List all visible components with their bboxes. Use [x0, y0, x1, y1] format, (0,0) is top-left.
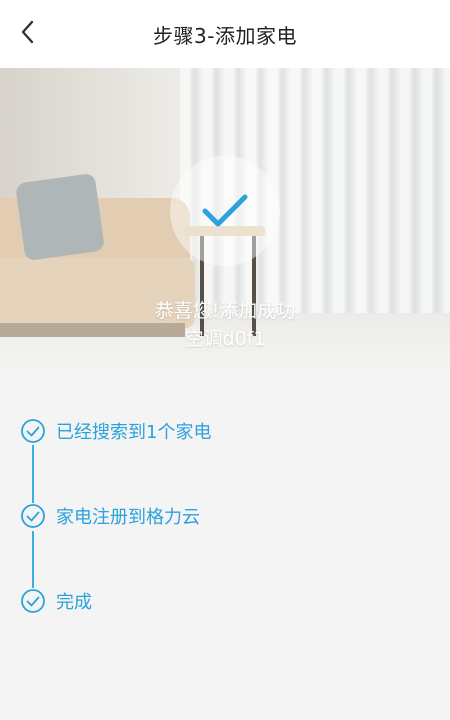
- step-label: 家电注册到格力云: [56, 507, 200, 528]
- chevron-left-icon: [21, 20, 34, 44]
- progress-steps: 已经搜索到1个家电 家电注册到格力云 完成: [0, 373, 450, 720]
- success-banner: 恭喜您!添加成功 空调d0f1: [0, 68, 450, 373]
- step-item: 已经搜索到1个家电: [20, 416, 211, 446]
- background-pillow: [14, 172, 106, 262]
- step-label: 已经搜索到1个家电: [56, 422, 212, 443]
- step-item: 完成: [20, 586, 92, 616]
- page-title: 步骤3-添加家电: [153, 23, 297, 48]
- back-button[interactable]: [8, 12, 48, 52]
- step-item: 家电注册到格力云: [20, 501, 200, 531]
- success-badge: [170, 156, 280, 266]
- header-bar: 步骤3-添加家电: [0, 0, 450, 68]
- check-circle-icon: [20, 418, 46, 444]
- check-circle-icon: [20, 503, 46, 529]
- device-name: 空调d0f1: [184, 328, 266, 350]
- check-circle-icon: [20, 588, 46, 614]
- checkmark-icon: [202, 194, 248, 227]
- success-message: 恭喜您!添加成功: [154, 300, 296, 322]
- step-label: 完成: [56, 592, 92, 613]
